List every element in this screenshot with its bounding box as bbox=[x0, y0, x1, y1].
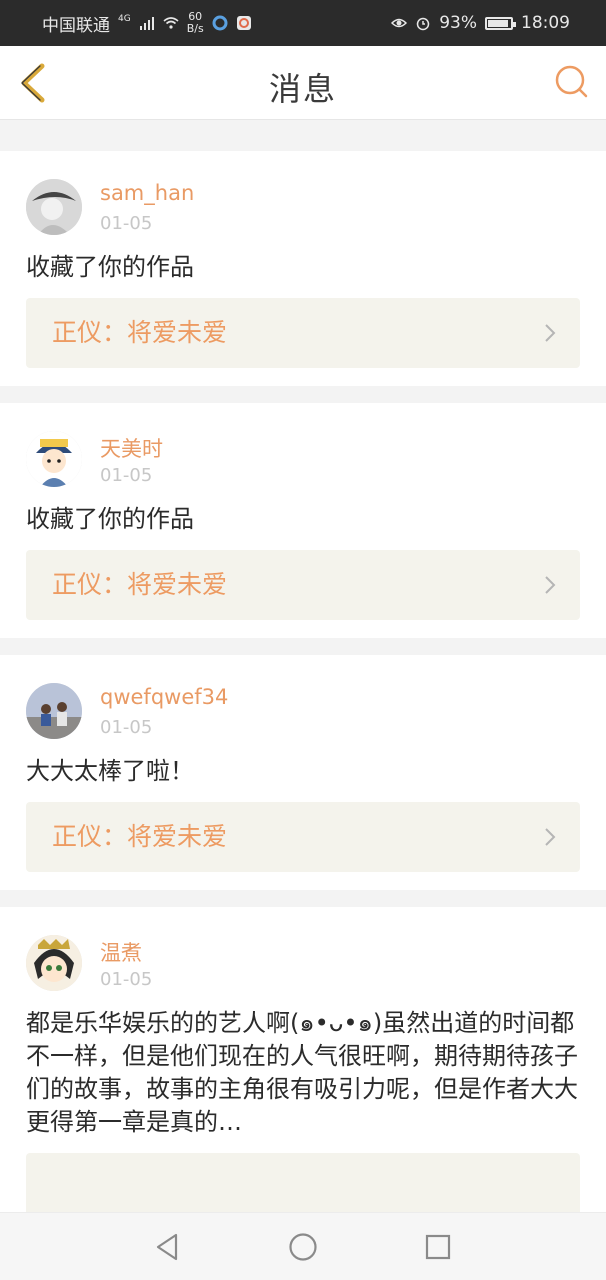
message-header: qwefqwef34 01-05 bbox=[26, 655, 580, 755]
username[interactable]: sam_han bbox=[100, 181, 194, 205]
card-spacer bbox=[26, 368, 580, 386]
message-header: 温煮 01-05 bbox=[26, 907, 580, 1007]
carrier-label: 中国联通 bbox=[42, 15, 110, 36]
message-card: 天美时 01-05 收藏了你的作品 正仪：将爱未爱 bbox=[0, 403, 606, 638]
signal-icon bbox=[139, 17, 154, 30]
status-bar: 中国联通 4G 60 B/s 93% 18:09 bbox=[0, 0, 606, 46]
app-notification-icon-2 bbox=[236, 16, 251, 30]
username[interactable]: qwefqwef34 bbox=[100, 685, 228, 709]
message-date: 01-05 bbox=[100, 465, 153, 486]
message-card: sam_han 01-05 收藏了你的作品 正仪：将爱未爱 bbox=[0, 151, 606, 386]
recents-square-icon[interactable] bbox=[422, 1231, 454, 1263]
system-nav-bar bbox=[0, 1212, 606, 1280]
work-link[interactable]: 正仪：将爱未爱 bbox=[26, 298, 580, 368]
list-divider bbox=[0, 638, 606, 655]
network-type: 4G bbox=[118, 14, 131, 24]
message-header: 天美时 01-05 bbox=[26, 403, 580, 503]
message-card: qwefqwef34 01-05 大大太棒了啦！ 正仪：将爱未爱 bbox=[0, 655, 606, 890]
message-text: 大大太棒了啦！ bbox=[26, 757, 194, 785]
avatar[interactable] bbox=[26, 179, 82, 235]
page-title: 消息 bbox=[268, 70, 337, 108]
work-link[interactable] bbox=[26, 1153, 580, 1212]
search-icon[interactable] bbox=[552, 62, 592, 102]
app-notification-icon bbox=[212, 15, 228, 31]
home-circle-icon[interactable] bbox=[287, 1231, 319, 1263]
avatar[interactable] bbox=[26, 431, 82, 487]
chevron-right-icon bbox=[545, 576, 556, 594]
username[interactable]: 天美时 bbox=[100, 433, 163, 463]
battery-icon bbox=[485, 16, 516, 30]
chevron-right-icon bbox=[545, 324, 556, 342]
wifi-icon bbox=[163, 17, 179, 29]
message-date: 01-05 bbox=[100, 213, 153, 234]
message-header: sam_han 01-05 bbox=[26, 151, 580, 251]
message-date: 01-05 bbox=[100, 717, 153, 738]
list-spacer bbox=[0, 120, 606, 151]
message-card: 温煮 01-05 都是乐华娱乐的的艺人啊(๑•ᴗ•๑)虽然出道的时间都不一样，但… bbox=[0, 907, 606, 1212]
chevron-right-icon bbox=[545, 828, 556, 846]
battery-percent: 93% bbox=[439, 13, 477, 33]
card-spacer bbox=[26, 620, 580, 638]
avatar[interactable] bbox=[26, 935, 82, 991]
message-text: 都是乐华娱乐的的艺人啊(๑•ᴗ•๑)虽然出道的时间都不一样，但是他们现在的人气很… bbox=[26, 1009, 578, 1136]
message-text: 收藏了你的作品 bbox=[26, 253, 194, 281]
header: 消息 bbox=[0, 46, 606, 120]
work-link[interactable]: 正仪：将爱未爱 bbox=[26, 802, 580, 872]
username[interactable]: 温煮 bbox=[100, 937, 142, 967]
work-link[interactable]: 正仪：将爱未爱 bbox=[26, 550, 580, 620]
message-date: 01-05 bbox=[100, 969, 153, 990]
message-list[interactable]: sam_han 01-05 收藏了你的作品 正仪：将爱未爱 天美时 01-05 bbox=[0, 120, 606, 1212]
work-title: 正仪：将爱未爱 bbox=[52, 570, 228, 599]
message-text: 收藏了你的作品 bbox=[26, 505, 194, 533]
list-divider bbox=[0, 890, 606, 907]
work-title: 正仪：将爱未爱 bbox=[52, 822, 228, 851]
alarm-icon bbox=[416, 17, 430, 31]
eye-icon bbox=[391, 18, 408, 28]
work-title: 正仪：将爱未爱 bbox=[52, 318, 228, 347]
speed-unit: B/s bbox=[186, 22, 204, 35]
status-left: 中国联通 4G 60 B/s bbox=[42, 11, 252, 36]
avatar[interactable] bbox=[26, 683, 82, 739]
network-speed: 60 B/s bbox=[187, 11, 204, 35]
list-divider bbox=[0, 386, 606, 403]
card-spacer bbox=[26, 872, 580, 890]
status-right: 93% 18:09 bbox=[391, 13, 570, 33]
back-triangle-icon[interactable] bbox=[152, 1231, 184, 1263]
clock: 18:09 bbox=[521, 13, 570, 33]
